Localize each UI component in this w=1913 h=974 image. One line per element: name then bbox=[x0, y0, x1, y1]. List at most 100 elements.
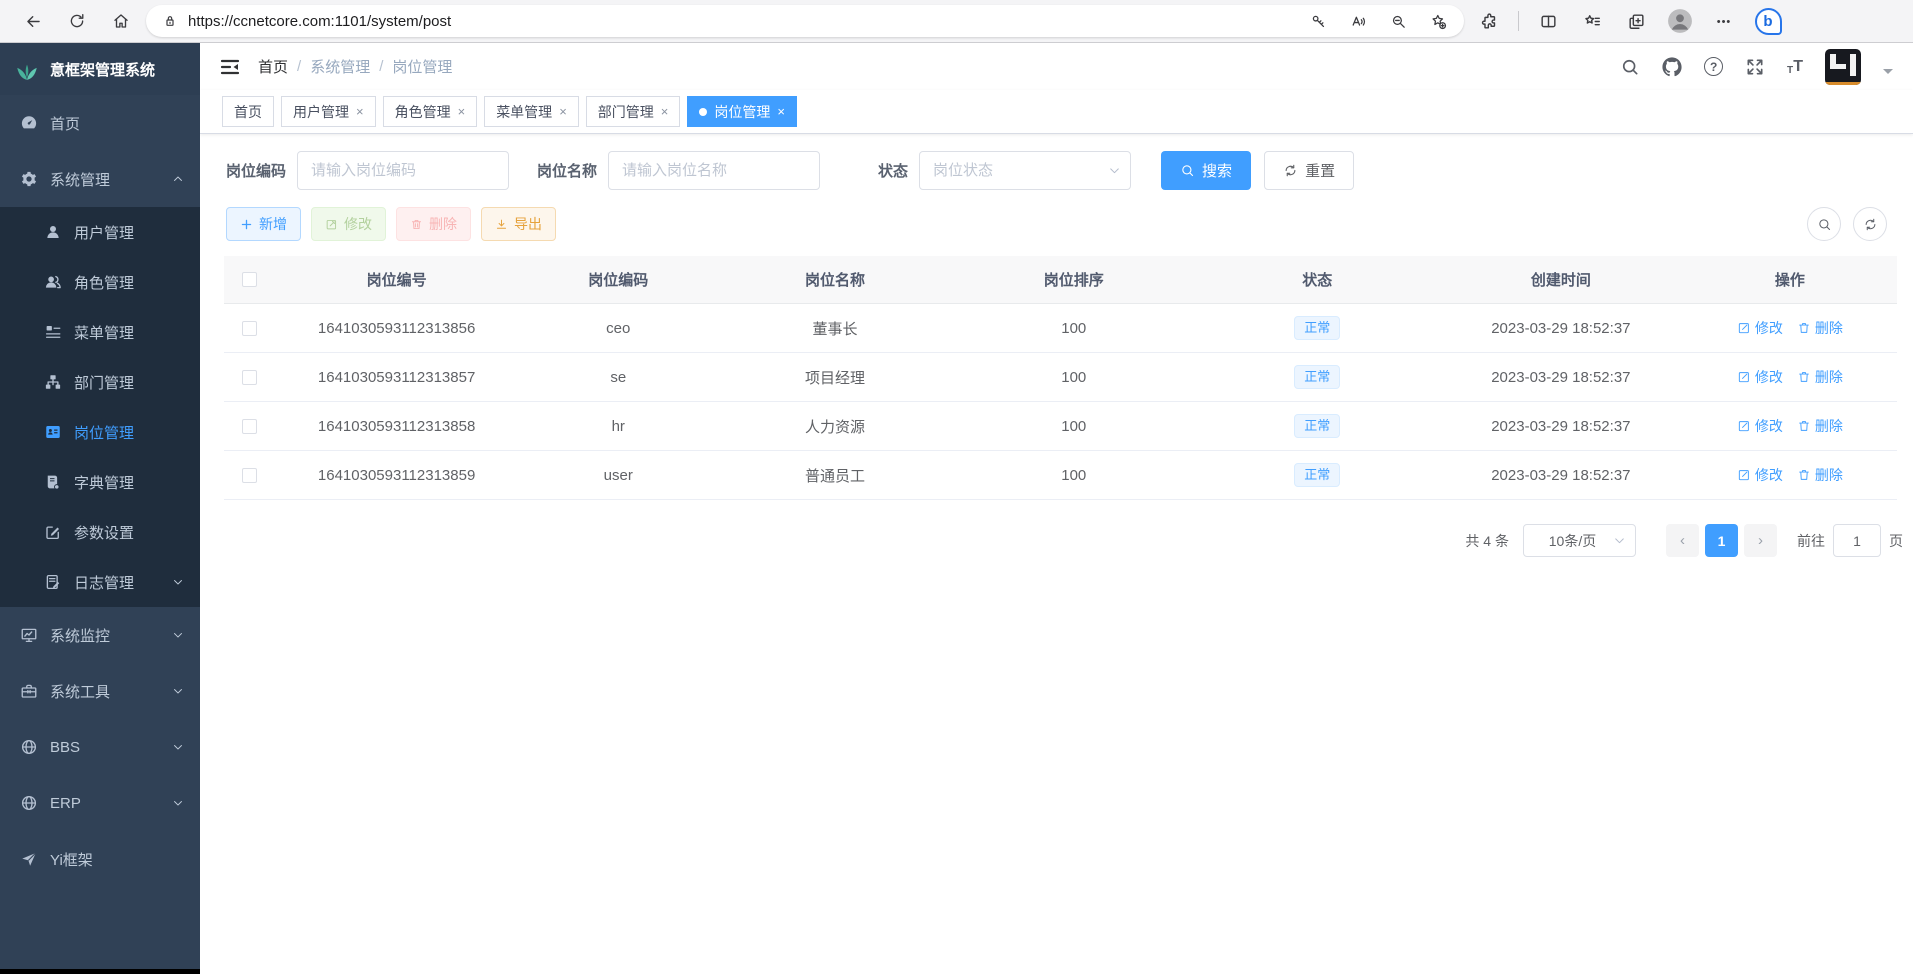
plant-logo-icon bbox=[14, 56, 40, 82]
row-delete-link[interactable]: 删除 bbox=[1797, 416, 1843, 436]
tab-role-management[interactable]: 角色管理 bbox=[383, 96, 478, 127]
close-icon[interactable] bbox=[458, 104, 466, 119]
sidebar-item-post-management[interactable]: 岗位管理 bbox=[0, 407, 200, 457]
status-select[interactable] bbox=[919, 151, 1131, 190]
row-checkbox[interactable] bbox=[242, 419, 257, 434]
refresh-icon bbox=[1283, 163, 1298, 178]
extensions-icon[interactable] bbox=[1470, 4, 1508, 38]
sidebar-item-log-management[interactable]: 日志管理 bbox=[0, 557, 200, 607]
sidebar-item-bbs[interactable]: BBS bbox=[0, 719, 200, 775]
table-row: 1641030593112313856 ceo 董事长 100 正常 2023-… bbox=[224, 304, 1897, 353]
url-text[interactable]: https://ccnetcore.com:1101/system/post bbox=[188, 13, 1294, 30]
row-edit-link[interactable]: 修改 bbox=[1737, 318, 1783, 338]
user-menu-caret-icon[interactable] bbox=[1883, 69, 1893, 79]
tab-department-management[interactable]: 部门管理 bbox=[586, 96, 681, 127]
toggle-search-button[interactable] bbox=[1807, 207, 1841, 241]
post-code-input[interactable] bbox=[297, 151, 509, 190]
row-edit-link[interactable]: 修改 bbox=[1737, 416, 1783, 436]
search-button[interactable]: 搜索 bbox=[1161, 151, 1251, 190]
goto-page-input[interactable] bbox=[1833, 524, 1881, 557]
post-name-input[interactable] bbox=[608, 151, 820, 190]
row-delete-link[interactable]: 删除 bbox=[1797, 465, 1843, 485]
sidebar-item-dictionary-management[interactable]: 字典管理 bbox=[0, 457, 200, 507]
close-icon[interactable] bbox=[356, 104, 364, 119]
edit-pen-icon bbox=[44, 523, 62, 541]
browser-profile-avatar[interactable] bbox=[1661, 4, 1699, 38]
toolbox-icon bbox=[20, 682, 38, 700]
browser-settings-icon[interactable] bbox=[1705, 4, 1743, 38]
sidebar-item-system-monitoring[interactable]: 系统监控 bbox=[0, 607, 200, 663]
collections-icon[interactable] bbox=[1617, 4, 1655, 38]
sidebar-item-yi-framework[interactable]: Yi框架 bbox=[0, 831, 200, 887]
tab-post-management[interactable]: 岗位管理 bbox=[687, 96, 797, 127]
favorites-icon[interactable] bbox=[1573, 4, 1611, 38]
refresh-table-button[interactable] bbox=[1853, 207, 1887, 241]
read-aloud-icon[interactable] bbox=[1342, 7, 1374, 35]
browser-refresh-button[interactable] bbox=[58, 4, 96, 38]
sidebar-item-system-tools[interactable]: 系统工具 bbox=[0, 663, 200, 719]
refresh-icon bbox=[1863, 217, 1878, 232]
tab-user-management[interactable]: 用户管理 bbox=[281, 96, 376, 127]
globe-icon bbox=[20, 794, 38, 812]
table-settings bbox=[1807, 207, 1887, 241]
page-size-value[interactable] bbox=[1523, 524, 1636, 557]
sidebar-item-department-management[interactable]: 部门管理 bbox=[0, 357, 200, 407]
copilot-icon[interactable] bbox=[1749, 4, 1787, 38]
prev-page-button[interactable] bbox=[1666, 524, 1699, 557]
sidebar-item-menu-management[interactable]: 菜单管理 bbox=[0, 307, 200, 357]
delete-button[interactable]: 删除 bbox=[396, 207, 471, 241]
row-delete-link[interactable]: 删除 bbox=[1797, 318, 1843, 338]
close-icon[interactable] bbox=[559, 104, 567, 119]
toolbar-divider bbox=[1518, 11, 1519, 31]
password-key-icon[interactable] bbox=[1302, 7, 1334, 35]
edit-button[interactable]: 修改 bbox=[311, 207, 386, 241]
github-icon[interactable] bbox=[1662, 57, 1682, 77]
sidebar-item-role-management[interactable]: 角色管理 bbox=[0, 257, 200, 307]
header-search-icon[interactable] bbox=[1620, 57, 1640, 77]
app-logo[interactable]: 意框架管理系统 bbox=[0, 43, 200, 95]
table-row: 1641030593112313858 hr 人力资源 100 正常 2023-… bbox=[224, 402, 1897, 451]
row-checkbox[interactable] bbox=[242, 370, 257, 385]
sidebar-item-user-management[interactable]: 用户管理 bbox=[0, 207, 200, 257]
tab-home[interactable]: 首页 bbox=[222, 96, 274, 127]
row-edit-link[interactable]: 修改 bbox=[1737, 465, 1783, 485]
site-lock-icon[interactable] bbox=[160, 7, 180, 35]
browser-home-button[interactable] bbox=[102, 4, 140, 38]
row-delete-link[interactable]: 删除 bbox=[1797, 367, 1843, 387]
sidebar-item-parameter-settings[interactable]: 参数设置 bbox=[0, 507, 200, 557]
sidebar-toggle-icon[interactable] bbox=[218, 55, 242, 79]
sidebar-item-erp[interactable]: ERP bbox=[0, 775, 200, 831]
sidebar-item-system-management[interactable]: 系统管理 bbox=[0, 151, 200, 207]
export-button[interactable]: 导出 bbox=[481, 207, 556, 241]
address-bar[interactable]: https://ccnetcore.com:1101/system/post bbox=[146, 5, 1464, 37]
split-screen-icon[interactable] bbox=[1529, 4, 1567, 38]
row-edit-link[interactable]: 修改 bbox=[1737, 367, 1783, 387]
browser-back-button[interactable] bbox=[14, 4, 52, 38]
reset-button[interactable]: 重置 bbox=[1264, 151, 1354, 190]
zoom-out-icon[interactable] bbox=[1382, 7, 1414, 35]
globe-icon bbox=[20, 738, 38, 756]
status-select-input[interactable] bbox=[919, 151, 1131, 190]
add-favorite-icon[interactable] bbox=[1422, 7, 1454, 35]
tab-menu-management[interactable]: 菜单管理 bbox=[484, 96, 579, 127]
current-page-button[interactable]: 1 bbox=[1705, 524, 1738, 557]
select-all-checkbox[interactable] bbox=[242, 272, 257, 287]
breadcrumb-home[interactable]: 首页 bbox=[258, 56, 288, 77]
add-button[interactable]: 新增 bbox=[226, 207, 301, 241]
font-size-icon[interactable] bbox=[1787, 58, 1803, 76]
close-icon[interactable] bbox=[777, 104, 785, 119]
page-size-select[interactable] bbox=[1523, 524, 1636, 557]
close-icon[interactable] bbox=[661, 104, 669, 119]
sidebar-item-home[interactable]: 首页 bbox=[0, 95, 200, 151]
sitemap-icon bbox=[44, 373, 62, 391]
sidebar: 意框架管理系统 首页 系统管理 用户管理 角色管理 bbox=[0, 43, 200, 974]
goto-label: 前往 bbox=[1797, 531, 1825, 551]
edit-icon bbox=[325, 218, 338, 231]
row-checkbox[interactable] bbox=[242, 468, 257, 483]
help-icon[interactable] bbox=[1704, 57, 1723, 76]
user-avatar[interactable] bbox=[1825, 49, 1861, 85]
next-page-button[interactable] bbox=[1744, 524, 1777, 557]
fullscreen-icon[interactable] bbox=[1745, 57, 1765, 77]
row-checkbox[interactable] bbox=[242, 321, 257, 336]
id-card-icon bbox=[44, 423, 62, 441]
